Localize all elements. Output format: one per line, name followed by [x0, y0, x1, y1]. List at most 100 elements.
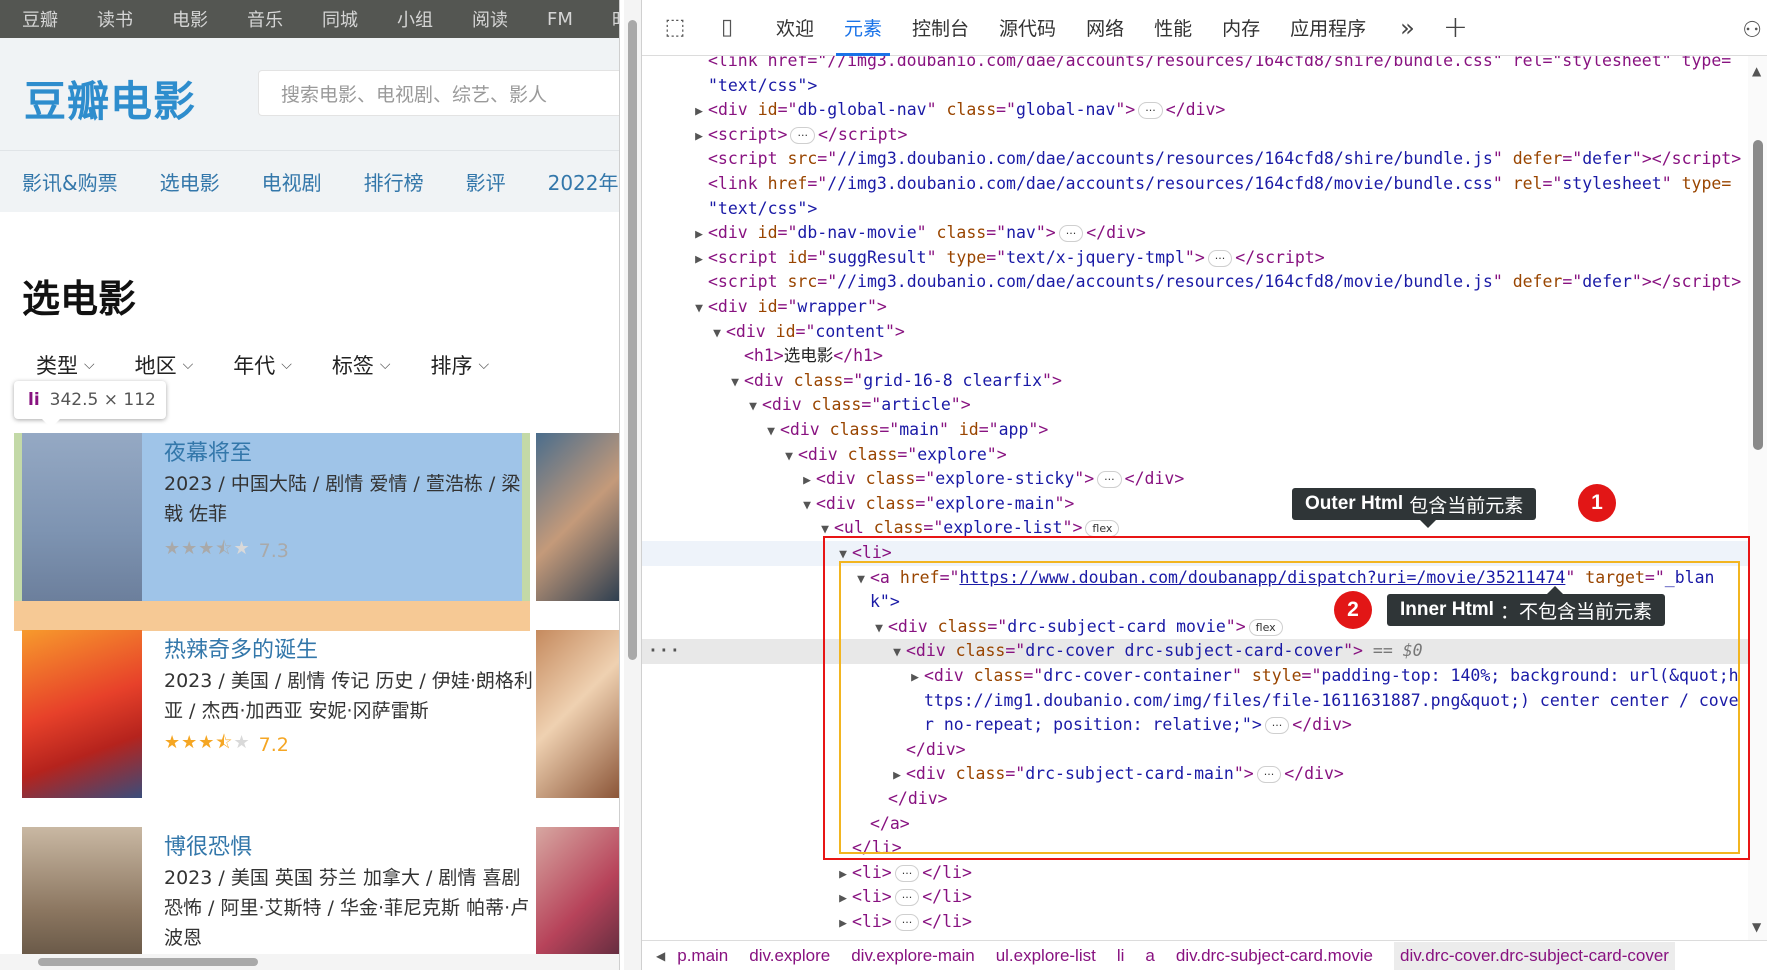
movie-card[interactable]: 热辣奇多的诞生 2023 / 美国 / 剧情 传记 历史 / 伊娃·朗格利亚 /…: [22, 630, 533, 800]
double-chevron-right-icon[interactable]: »: [1400, 14, 1415, 42]
movie-poster[interactable]: [22, 630, 142, 798]
dom-node[interactable]: ▶ <li> ··· </li>: [642, 910, 1748, 935]
movie-nav-item[interactable]: 排行榜: [364, 167, 424, 196]
collapse-triangle-icon[interactable]: ▼: [798, 494, 816, 519]
search-input[interactable]: 搜索电影、电视剧、综艺、影人: [258, 70, 619, 116]
global-nav-item[interactable]: 小组: [375, 6, 450, 32]
expand-triangle-icon[interactable]: ▶: [690, 100, 708, 125]
tab-memory[interactable]: 内存: [1222, 0, 1260, 56]
movie-card[interactable]: 博很恐惧 2023 / 美国 英国 芬兰 加拿大 / 剧情 喜剧 恐怖 / 阿里…: [22, 827, 529, 970]
ellipsis-icon[interactable]: ···: [790, 126, 815, 144]
breadcrumb-item[interactable]: p.main: [677, 946, 728, 966]
scrollbar-thumb[interactable]: [1753, 140, 1763, 450]
ellipsis-icon[interactable]: ···: [1058, 225, 1084, 243]
dom-node[interactable]: ▶ <li> ··· </li>: [642, 885, 1748, 910]
expand-triangle-icon[interactable]: ▶: [834, 887, 852, 912]
dom-node[interactable]: <script src="//img3.doubanio.com/dae/acc…: [642, 270, 1748, 295]
movie-poster[interactable]: [22, 827, 142, 970]
global-nav-item[interactable]: 豆瓣: [0, 6, 75, 32]
movie-nav-item[interactable]: 选电影: [160, 167, 220, 196]
plus-icon[interactable]: +: [1443, 10, 1468, 45]
devtools-scrollbar[interactable]: ▲ ▼: [1748, 56, 1767, 940]
dom-node[interactable]: ▼ <div class="explore">: [642, 443, 1748, 468]
horizontal-scrollbar[interactable]: [0, 954, 619, 970]
scrollbar-thumb[interactable]: [628, 20, 637, 660]
movie-title[interactable]: 热辣奇多的诞生: [164, 632, 318, 664]
dom-node[interactable]: ▶ <div class="explore-sticky"> ··· </div>: [642, 467, 1748, 492]
ellipsis-icon[interactable]: ···: [1138, 102, 1163, 120]
scroll-up-icon[interactable]: ▲: [1752, 64, 1761, 78]
dom-node[interactable]: ▼ <div class="main" id="app">: [642, 418, 1748, 443]
inspect-element-icon[interactable]: ⬚: [656, 9, 694, 47]
tab-application[interactable]: 应用程序: [1290, 0, 1366, 56]
movie-nav-item[interactable]: 电视剧: [262, 167, 322, 196]
chevron-left-icon[interactable]: ◀: [656, 949, 665, 963]
ellipsis-icon[interactable]: ···: [1207, 249, 1233, 267]
expand-triangle-icon[interactable]: ▶: [834, 863, 852, 888]
dom-node[interactable]: <script src="//img3.doubanio.com/dae/acc…: [642, 147, 1748, 172]
profile-icon[interactable]: ⚇: [1742, 18, 1762, 43]
movie-title[interactable]: 夜幕将至: [164, 435, 252, 467]
expand-triangle-icon[interactable]: ▶: [834, 912, 852, 937]
global-nav-item[interactable]: FM: [525, 9, 590, 30]
dom-node[interactable]: <h1>选电影</h1>: [642, 344, 1748, 369]
scrollbar-thumb[interactable]: [38, 958, 258, 966]
breadcrumb-item[interactable]: div.explore-main: [851, 946, 974, 966]
dom-node[interactable]: ▼ <div class="grid-16-8 clearfix">: [642, 369, 1748, 394]
dom-node[interactable]: ▶ <script id="suggResult" type="text/x-jq…: [642, 246, 1748, 271]
site-logo[interactable]: 豆瓣电影: [24, 68, 196, 129]
dom-node[interactable]: ▼ <div id="wrapper">: [642, 295, 1748, 320]
dom-node[interactable]: ▶ <li> ··· </li>: [642, 861, 1748, 886]
global-nav-item[interactable]: 同城: [300, 6, 375, 32]
breadcrumb-item[interactable]: div.explore: [749, 946, 830, 966]
device-toggle-icon[interactable]: ▯: [708, 9, 746, 47]
filter-sort[interactable]: 排序 ⌵: [431, 350, 490, 380]
movie-poster[interactable]: [22, 433, 142, 601]
dom-node[interactable]: ▶ <div id="db-nav-movie" class="nav"> ··· <…: [642, 221, 1748, 246]
dom-node[interactable]: ▶ <script> ··· </script>: [642, 123, 1748, 148]
breadcrumb-item[interactable]: a: [1145, 946, 1154, 966]
expand-triangle-icon[interactable]: ▶: [690, 223, 708, 248]
global-nav-item[interactable]: 阅读: [450, 6, 525, 32]
flex-badge[interactable]: flex: [1085, 520, 1120, 538]
filter-region[interactable]: 地区 ⌵: [135, 350, 194, 380]
movie-poster[interactable]: [536, 827, 619, 970]
breadcrumb-item[interactable]: div.drc-subject-card.movie: [1176, 946, 1373, 966]
collapse-triangle-icon[interactable]: ▼: [690, 297, 708, 322]
expand-triangle-icon[interactable]: ▶: [798, 469, 816, 494]
breadcrumb-item[interactable]: li: [1117, 946, 1125, 966]
dom-node[interactable]: "text/css">: [642, 74, 1748, 99]
global-nav-item[interactable]: 时间: [590, 6, 619, 32]
vertical-scrollbar[interactable]: [624, 0, 641, 970]
filter-tag[interactable]: 标签 ⌵: [332, 350, 391, 380]
movie-card[interactable]: 夜幕将至 2023 / 中国大陆 / 剧情 爱情 / 萱浩栋 / 梁戟 佐菲 ★…: [22, 433, 522, 603]
tab-sources[interactable]: 源代码: [999, 0, 1056, 56]
tab-network[interactable]: 网络: [1086, 0, 1124, 56]
tab-performance[interactable]: 性能: [1154, 0, 1192, 56]
dom-node[interactable]: ▶ <div id="db-global-nav" class="global-n…: [642, 98, 1748, 123]
global-nav-item[interactable]: 电影: [150, 6, 225, 32]
expand-triangle-icon[interactable]: ▶: [690, 248, 708, 273]
movie-nav-item[interactable]: 2022年: [548, 167, 619, 196]
movie-poster[interactable]: [536, 433, 619, 601]
collapse-triangle-icon[interactable]: ▼: [708, 322, 726, 347]
collapse-triangle-icon[interactable]: ▼: [744, 395, 762, 420]
breadcrumb-item[interactable]: ul.explore-list: [996, 946, 1096, 966]
collapse-triangle-icon[interactable]: ▼: [726, 371, 744, 396]
collapse-triangle-icon[interactable]: ▼: [762, 420, 780, 445]
filter-type[interactable]: 类型 ⌵: [36, 350, 95, 380]
tab-welcome[interactable]: 欢迎: [776, 0, 814, 56]
movie-poster[interactable]: [536, 630, 619, 798]
ellipsis-icon[interactable]: ···: [894, 864, 920, 882]
ellipsis-icon[interactable]: ···: [648, 639, 681, 664]
dom-node[interactable]: "text/css">: [642, 197, 1748, 222]
tab-elements[interactable]: 元素: [836, 0, 891, 56]
dom-node[interactable]: ▼ <div class="article">: [642, 393, 1748, 418]
collapse-triangle-icon[interactable]: ▼: [780, 445, 798, 470]
breadcrumb-item-current[interactable]: div.drc-cover.drc-subject-card-cover: [1394, 941, 1675, 970]
tab-console[interactable]: 控制台: [912, 0, 969, 56]
filter-year[interactable]: 年代 ⌵: [233, 350, 292, 380]
ellipsis-icon[interactable]: ···: [894, 889, 920, 907]
movie-title[interactable]: 博很恐惧: [164, 829, 252, 861]
dom-node[interactable]: <link href="//img3.doubanio.com/dae/acco…: [642, 172, 1748, 197]
